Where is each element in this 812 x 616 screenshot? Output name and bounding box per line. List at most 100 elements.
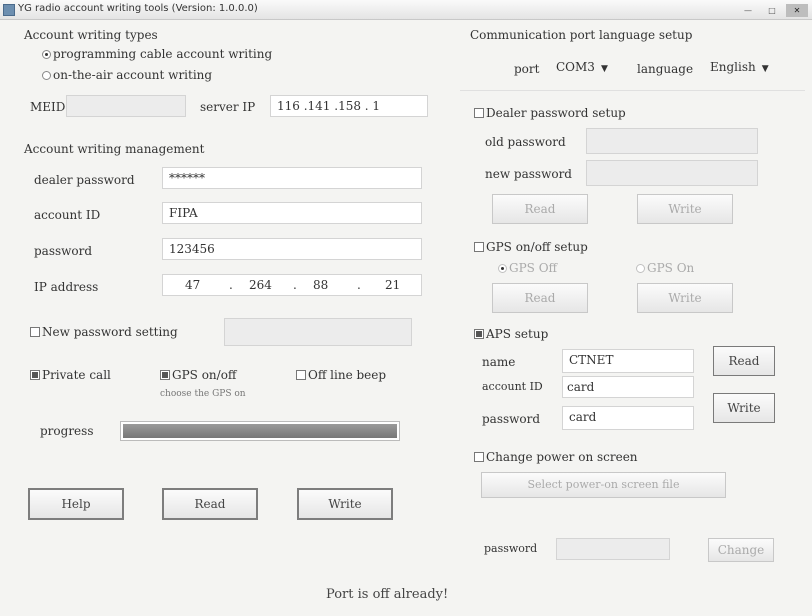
radio-gps-off-indicator[interactable] xyxy=(498,264,507,273)
dealer-password-setup-label: Dealer password setup xyxy=(486,106,626,120)
private-call-check[interactable] xyxy=(30,370,40,380)
aps-password-label: password xyxy=(482,412,541,426)
account-writing-types-header: Account writing types xyxy=(24,28,158,42)
minimize-button[interactable]: — xyxy=(738,4,758,17)
dealer-read-button[interactable]: Read xyxy=(492,194,588,224)
progress-label: progress xyxy=(40,424,94,438)
dealer-password-label: dealer password xyxy=(34,173,135,187)
language-select[interactable]: English ▼ xyxy=(710,60,769,80)
offline-beep-checkbox[interactable]: Off line beep xyxy=(296,368,386,382)
port-select-value: COM3 xyxy=(556,60,595,74)
gps-setup-check[interactable] xyxy=(474,242,484,252)
gps-onoff-label: GPS on/off xyxy=(172,368,237,382)
gps-onoff-checkbox[interactable]: GPS on/off xyxy=(160,368,236,382)
ip-address-label: IP address xyxy=(34,280,99,294)
maximize-button[interactable]: □ xyxy=(762,4,782,17)
server-ip-label: server IP xyxy=(200,100,256,114)
password-label: password xyxy=(34,244,93,258)
new-password-label: New password setting xyxy=(42,325,178,339)
power-screen-checkbox[interactable]: Change power on screen xyxy=(474,450,638,464)
server-ip-field[interactable]: 116 .141 .158 . 1 xyxy=(270,95,428,117)
change-button[interactable]: Change xyxy=(708,538,774,562)
new-password-setup-field[interactable] xyxy=(586,160,758,186)
offline-beep-check[interactable] xyxy=(296,370,306,380)
ip-address-field[interactable]: 47 . 264 . 88 . 21 xyxy=(162,274,422,296)
radio-on-the-air-label: on-the-air account writing xyxy=(53,68,213,82)
app-icon xyxy=(3,4,15,16)
divider xyxy=(460,90,805,91)
aps-setup-label: APS setup xyxy=(486,327,549,341)
new-password-field[interactable] xyxy=(224,318,412,346)
old-password-field[interactable] xyxy=(586,128,758,154)
title-bar: YG radio account writing tools (Version:… xyxy=(0,0,812,20)
read-button[interactable]: Read xyxy=(162,488,258,520)
radio-gps-on-label: GPS On xyxy=(647,261,695,275)
chevron-down-icon: ▼ xyxy=(761,64,769,74)
port-select[interactable]: COM3 ▼ xyxy=(556,60,608,80)
gps-write-button[interactable]: Write xyxy=(637,283,733,313)
account-id-label: account ID xyxy=(34,208,101,222)
comm-language-header: Communication port language setup xyxy=(470,28,693,42)
gps-setup-label: GPS on/off setup xyxy=(486,240,588,254)
radio-on-the-air[interactable]: on-the-air account writing xyxy=(42,68,212,82)
new-password-setup-label: new password xyxy=(485,167,572,181)
meid-label: MEID xyxy=(30,100,66,114)
dealer-password-field[interactable]: ****** xyxy=(162,167,422,189)
account-id-field[interactable]: FIPA xyxy=(162,202,422,224)
aps-name-label: name xyxy=(482,355,516,369)
progress-bar-fill xyxy=(123,424,397,438)
new-password-checkbox[interactable]: New password setting xyxy=(30,325,178,339)
radio-on-the-air-indicator[interactable] xyxy=(42,71,51,80)
gps-read-button[interactable]: Read xyxy=(492,283,588,313)
power-screen-check[interactable] xyxy=(474,452,484,462)
meid-field[interactable] xyxy=(66,95,186,117)
radio-gps-off[interactable]: GPS Off xyxy=(498,261,557,275)
change-password-label: password xyxy=(484,542,538,555)
aps-write-button[interactable]: Write xyxy=(713,393,775,423)
select-power-screen-button[interactable]: Select power-on screen file xyxy=(481,472,726,498)
language-select-value: English xyxy=(710,60,756,74)
ip-octet-3: 88 xyxy=(313,278,329,292)
radio-gps-on-indicator[interactable] xyxy=(636,264,645,273)
radio-programming-cable[interactable]: programming cable account writing xyxy=(42,47,272,61)
language-label: language xyxy=(637,62,694,76)
radio-programming-cable-indicator[interactable] xyxy=(42,50,51,59)
dealer-password-setup-checkbox[interactable]: Dealer password setup xyxy=(474,106,626,120)
radio-gps-on[interactable]: GPS On xyxy=(636,261,694,275)
aps-account-field[interactable]: card xyxy=(562,376,694,398)
gps-hint: choose the GPS on xyxy=(160,389,246,399)
power-screen-label: Change power on screen xyxy=(486,450,638,464)
aps-setup-check[interactable] xyxy=(474,329,484,339)
private-call-checkbox[interactable]: Private call xyxy=(30,368,111,382)
radio-programming-cable-label: programming cable account writing xyxy=(53,47,273,61)
ip-dot: . xyxy=(293,278,297,292)
aps-name-field[interactable]: CTNET xyxy=(562,349,694,373)
aps-read-button[interactable]: Read xyxy=(713,346,775,376)
offline-beep-label: Off line beep xyxy=(308,368,387,382)
ip-dot: . xyxy=(357,278,361,292)
ip-octet-4: 21 xyxy=(385,278,401,292)
write-button[interactable]: Write xyxy=(297,488,393,520)
ip-dot: . xyxy=(229,278,233,292)
account-management-header: Account writing management xyxy=(24,142,205,156)
aps-password-field[interactable]: card xyxy=(562,406,694,430)
app-window: YG radio account writing tools (Version:… xyxy=(0,0,812,616)
change-password-field[interactable] xyxy=(556,538,670,560)
gps-setup-checkbox[interactable]: GPS on/off setup xyxy=(474,240,588,254)
new-password-check[interactable] xyxy=(30,327,40,337)
private-call-label: Private call xyxy=(42,368,111,382)
chevron-down-icon: ▼ xyxy=(600,64,608,74)
old-password-label: old password xyxy=(485,135,566,149)
dealer-password-setup-check[interactable] xyxy=(474,108,484,118)
close-button[interactable]: ✕ xyxy=(786,4,808,17)
help-button[interactable]: Help xyxy=(28,488,124,520)
dealer-write-button[interactable]: Write xyxy=(637,194,733,224)
window-title: YG radio account writing tools (Version:… xyxy=(18,3,258,14)
aps-setup-checkbox[interactable]: APS setup xyxy=(474,327,548,341)
status-text: Port is off already! xyxy=(326,587,449,602)
ip-octet-2: 264 xyxy=(249,278,272,292)
password-field[interactable]: 123456 xyxy=(162,238,422,260)
gps-onoff-check[interactable] xyxy=(160,370,170,380)
progress-bar xyxy=(120,421,400,441)
aps-account-label: account ID xyxy=(482,380,543,393)
